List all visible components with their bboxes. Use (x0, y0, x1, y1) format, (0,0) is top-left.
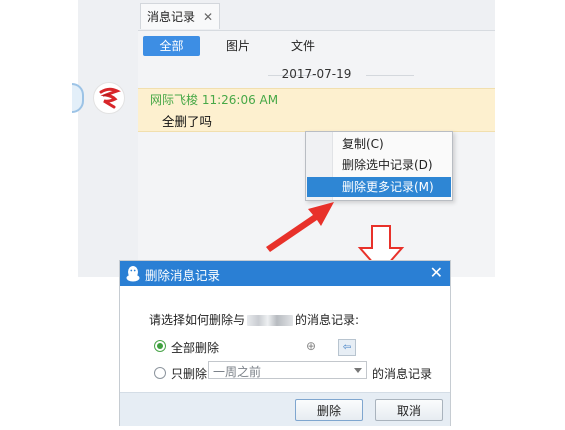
range-select[interactable]: 一周之前 (208, 361, 367, 379)
qq-penguin-icon (126, 266, 140, 282)
dialog-title: 删除消息记录 (145, 268, 221, 283)
range-suffix-label: 的消息记录 (372, 367, 433, 381)
radio-delete-only-label[interactable]: 只删除 (171, 365, 207, 382)
dialog-prompt: 请选择如何删除与 的消息记录: (149, 311, 359, 328)
dropdown-arrow-icon (354, 368, 362, 373)
radio-delete-only[interactable] (154, 367, 166, 379)
radio-delete-all-label[interactable]: 全部删除 (171, 339, 219, 356)
prompt-prefix: 请选择如何删除与 (149, 313, 246, 327)
close-icon[interactable]: ✕ (430, 263, 443, 282)
blurred-contact-name (247, 315, 294, 326)
dialog-titlebar[interactable]: 删除消息记录 ✕ (120, 261, 450, 286)
radio-selected-dot (157, 343, 163, 349)
delete-records-dialog: 删除消息记录 ✕ 请选择如何删除与 的消息记录: 全部删除 ⊕ ⇦ 只删除 一周之… (119, 260, 451, 426)
radio-delete-all[interactable] (154, 340, 166, 352)
range-select-value: 一周之前 (213, 365, 262, 379)
prompt-suffix: 的消息记录: (295, 313, 360, 327)
cancel-button[interactable]: 取消 (375, 399, 443, 421)
move-icon: ⊕ (306, 339, 317, 353)
arrow-to-menu (266, 202, 334, 252)
image-thumbnail-icon: ⇦ (338, 339, 356, 356)
delete-button[interactable]: 删除 (295, 399, 363, 421)
